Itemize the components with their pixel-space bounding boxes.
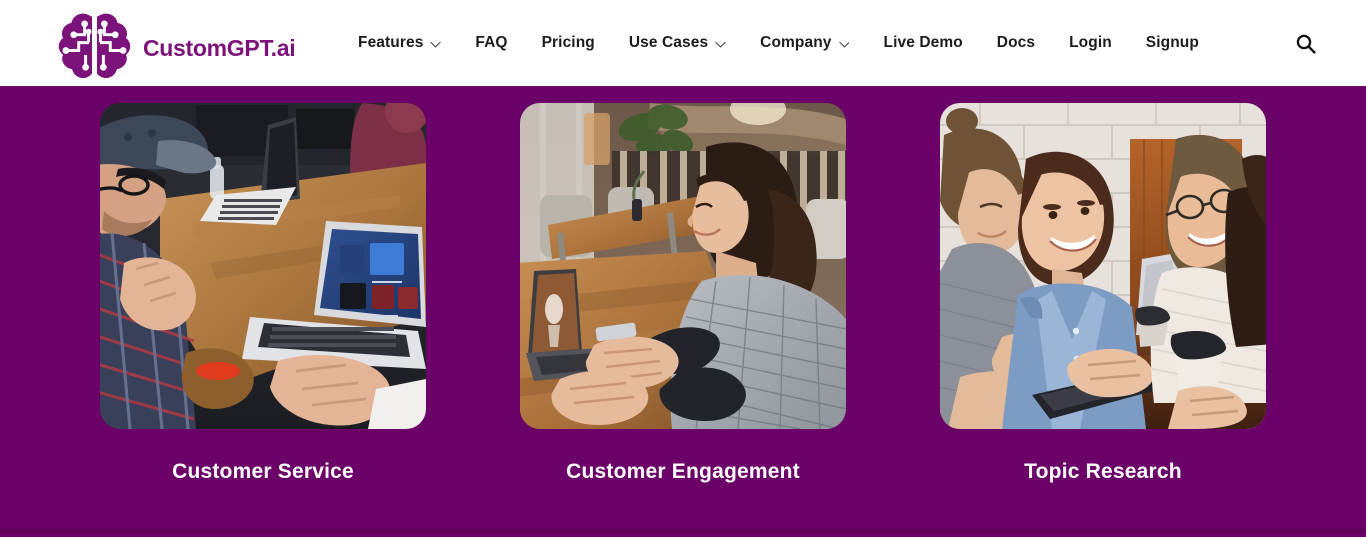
nav-item-pricing[interactable]: Pricing <box>525 0 612 86</box>
nav-label: Pricing <box>541 34 595 52</box>
logo-text: CustomGPT.ai <box>143 34 296 61</box>
use-case-card-customer-engagement[interactable]: Customer Engagement <box>520 103 846 484</box>
nav-item-docs[interactable]: Docs <box>980 0 1052 86</box>
chevron-down-icon <box>430 41 442 48</box>
site-logo[interactable]: CustomGPT.ai <box>55 11 296 83</box>
main-navigation: Features FAQ Pricing Use Cases Company L… <box>358 0 1216 86</box>
card-image-customer-service[interactable] <box>100 103 426 429</box>
search-icon <box>1295 33 1317 58</box>
cards-row: Customer Service Customer Engagement Top… <box>0 95 1366 484</box>
page-bottom-strip <box>0 529 1366 533</box>
nav-label: Company <box>760 34 832 52</box>
use-case-cards-section: Customer Service Customer Engagement Top… <box>0 90 1366 533</box>
chevron-down-icon <box>715 41 726 48</box>
card-caption: Customer Engagement <box>566 460 800 483</box>
nav-label: Use Cases <box>628 34 709 52</box>
card-image-customer-engagement[interactable] <box>520 103 846 429</box>
card-caption: Customer Service <box>172 460 354 483</box>
search-button[interactable] <box>1293 32 1319 58</box>
nav-item-use-cases[interactable]: Use Cases <box>612 0 743 86</box>
nav-label: Features <box>358 34 424 52</box>
card-image-topic-research[interactable] <box>940 103 1266 429</box>
nav-item-faq[interactable]: FAQ <box>458 0 524 86</box>
brain-circuit-icon <box>55 11 134 83</box>
nav-item-signup[interactable]: Signup <box>1129 0 1216 86</box>
chevron-down-icon <box>838 41 850 48</box>
nav-label: Login <box>1069 34 1112 52</box>
nav-label: Signup <box>1145 34 1199 52</box>
use-case-card-customer-service[interactable]: Customer Service <box>100 103 426 484</box>
card-caption: Topic Research <box>1024 460 1182 483</box>
site-header: CustomGPT.ai Features FAQ Pricing Use Ca… <box>0 0 1366 90</box>
nav-item-live-demo[interactable]: Live Demo <box>867 0 980 86</box>
nav-item-login[interactable]: Login <box>1052 0 1129 86</box>
nav-item-features[interactable]: Features <box>358 0 458 86</box>
use-case-card-topic-research[interactable]: Topic Research <box>940 103 1266 484</box>
nav-label: FAQ <box>475 34 508 52</box>
nav-item-company[interactable]: Company <box>743 0 866 86</box>
nav-label: Docs <box>996 34 1036 52</box>
nav-label: Live Demo <box>883 34 963 52</box>
